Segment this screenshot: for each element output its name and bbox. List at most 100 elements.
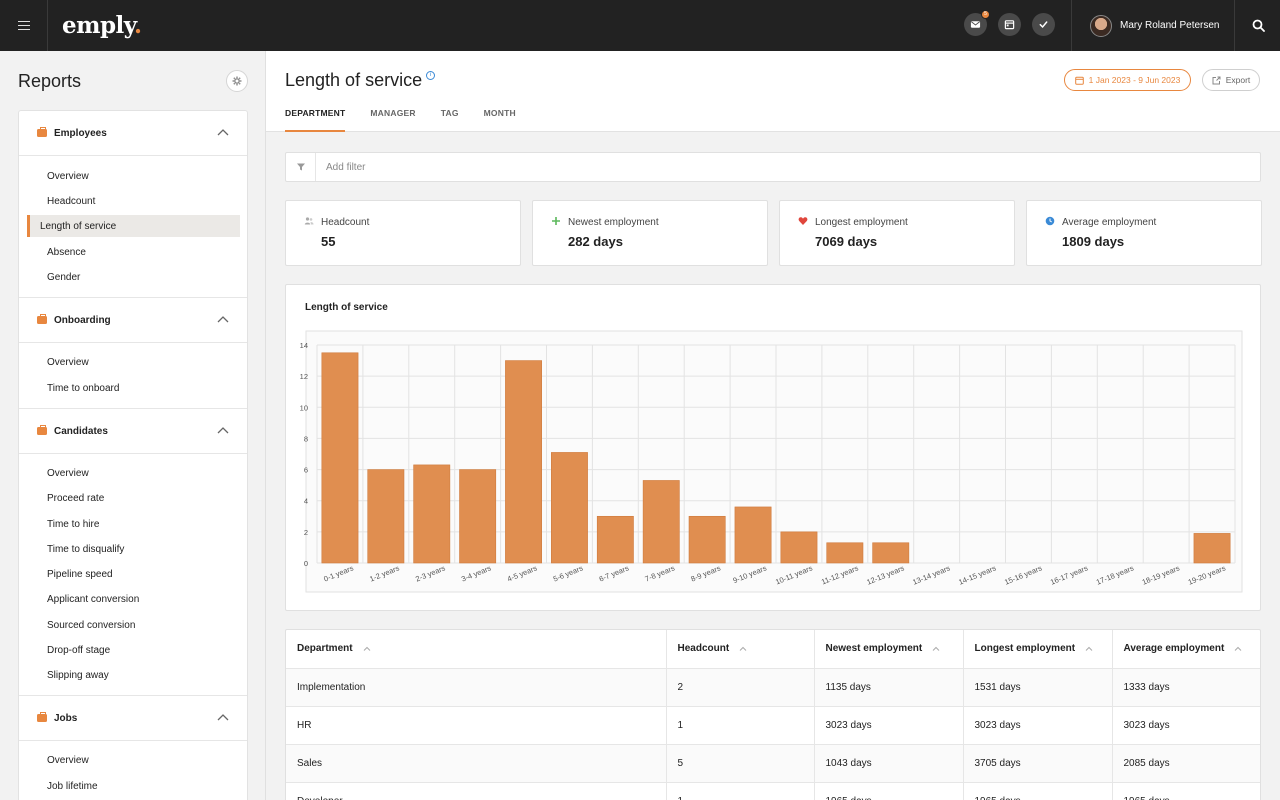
sidebar-item-pipeline-speed[interactable]: Pipeline speed <box>37 563 231 585</box>
calendar-icon <box>1074 76 1084 85</box>
settings-button[interactable] <box>226 70 248 92</box>
export-button[interactable]: Export <box>1202 69 1260 91</box>
hamburger-icon <box>17 24 30 27</box>
tab-month[interactable]: MONTH <box>484 108 516 132</box>
sidebar-item-gender[interactable]: Gender <box>37 266 231 288</box>
table-row[interactable]: HR 1 3023 days 3023 days 3023 days <box>286 706 1260 745</box>
sidebar-item-job-lifetime[interactable]: Job lifetime <box>37 775 231 797</box>
sidebar-item-time-to-disqualify[interactable]: Time to disqualify <box>37 538 231 560</box>
people-icon <box>304 217 314 225</box>
sidebar-item-absence[interactable]: Absence <box>37 241 231 263</box>
stat-label: Average employment <box>1062 217 1157 228</box>
table-row[interactable]: Developer 1 1965 days 1965 days 1965 day… <box>286 782 1260 800</box>
table-row[interactable]: Implementation 2 1135 days 1531 days 133… <box>286 668 1260 707</box>
y-tick-label: 10 <box>300 403 308 412</box>
bar <box>734 506 772 564</box>
top-bar: emply. 5 Mary Roland Petersen <box>0 0 1280 51</box>
table-row[interactable]: Sales 5 1043 days 3705 days 2085 days <box>286 744 1260 783</box>
stat-card-newest-employment: Newest employment 282 days <box>532 200 768 266</box>
report-tabs: DEPARTMENT MANAGER TAG MONTH <box>285 108 516 132</box>
sidebar-item-overview[interactable]: Overview <box>37 462 231 484</box>
main-content: Length of service i 1 Jan 2023 - 9 Jun 2… <box>266 51 1280 800</box>
cell-newest-employment: 1043 days <box>814 744 964 783</box>
sidebar-item-overview[interactable]: Overview <box>37 351 231 373</box>
sidebar-item-length-of-service[interactable]: Length of service <box>27 215 240 237</box>
top-icons: 5 <box>964 10 1055 36</box>
section-employees[interactable]: Employees <box>19 111 247 156</box>
cell-average-employment: 1333 days <box>1112 668 1260 707</box>
bar <box>1193 533 1231 564</box>
tab-tag[interactable]: TAG <box>441 108 459 132</box>
column-header-headcount[interactable]: Headcount <box>666 630 815 669</box>
sidebar-item-slipping-away[interactable]: Slipping away <box>37 664 231 686</box>
filter-input[interactable] <box>326 161 926 173</box>
bar <box>413 464 451 564</box>
filter-button[interactable] <box>286 153 316 181</box>
y-tick-label: 2 <box>304 528 308 537</box>
sidebar-item-headcount[interactable]: Headcount <box>37 190 231 212</box>
briefcase-icon <box>37 314 47 324</box>
chevron-up-icon <box>217 316 229 323</box>
sidebar-item-applicant-conversion[interactable]: Applicant conversion <box>37 588 231 610</box>
bar <box>688 515 726 564</box>
cell-headcount: 5 <box>666 744 815 783</box>
cell-department: Developer <box>286 782 667 800</box>
plus-icon <box>552 217 560 225</box>
briefcase-icon <box>37 425 47 435</box>
menu-button[interactable] <box>0 0 48 51</box>
sidebar-item-overview[interactable]: Overview <box>37 749 231 771</box>
section-candidates[interactable]: Candidates <box>19 409 247 454</box>
cell-average-employment: 2085 days <box>1112 744 1260 783</box>
stat-value: 282 days <box>568 234 623 249</box>
stat-label: Headcount <box>321 217 370 228</box>
page-header: Length of service i 1 Jan 2023 - 9 Jun 2… <box>266 51 1280 132</box>
stat-value: 7069 days <box>815 234 878 249</box>
bar <box>321 352 359 564</box>
cell-headcount: 1 <box>666 706 815 745</box>
stat-card-longest-employment: Longest employment 7069 days <box>779 200 1015 266</box>
sidebar-item-proceed-rate[interactable]: Proceed rate <box>37 487 231 509</box>
export-icon <box>1212 76 1221 84</box>
tab-manager[interactable]: MANAGER <box>370 108 415 132</box>
avatar <box>1090 14 1112 37</box>
briefcase-icon <box>37 127 47 137</box>
cell-longest-employment: 1531 days <box>963 668 1113 707</box>
stat-value: 1809 days <box>1062 234 1125 249</box>
sort-up-icon <box>1234 646 1242 651</box>
bar <box>551 452 588 564</box>
sort-up-icon <box>932 646 940 651</box>
sidebar-item-time-to-hire[interactable]: Time to hire <box>37 513 231 535</box>
messages-button[interactable]: 5 <box>964 10 990 36</box>
sidebar-item-sourced-conversion[interactable]: Sourced conversion <box>37 614 231 636</box>
sidebar-item-overview[interactable]: Overview <box>37 165 231 187</box>
search-button[interactable] <box>1236 0 1280 51</box>
y-tick-label: 4 <box>304 497 308 506</box>
y-tick-label: 12 <box>300 372 308 381</box>
sort-up-icon <box>363 646 370 651</box>
department-table: Department Headcount Newest employment L… <box>285 629 1261 800</box>
stat-card-headcount: Headcount 55 <box>285 200 521 266</box>
bar <box>642 480 680 564</box>
sidebar-item-drop-off-stage[interactable]: Drop-off stage <box>37 639 231 661</box>
user-menu[interactable]: Mary Roland Petersen <box>1071 0 1235 51</box>
section-jobs[interactable]: Jobs <box>19 696 247 741</box>
column-header-average-employment[interactable]: Average employment <box>1112 630 1260 669</box>
calendar-button[interactable] <box>998 13 1021 36</box>
tab-department[interactable]: DEPARTMENT <box>285 108 346 132</box>
sidebar-item-time-to-onboard[interactable]: Time to onboard <box>37 377 231 399</box>
info-icon[interactable]: i <box>426 71 436 80</box>
sidebar: Reports Employees Overview Headcount Len… <box>0 51 266 800</box>
tasks-button[interactable] <box>1032 13 1055 36</box>
date-range-button[interactable]: 1 Jan 2023 - 9 Jun 2023 <box>1064 69 1191 91</box>
column-header-newest-employment[interactable]: Newest employment <box>814 630 964 669</box>
emply-logo[interactable]: emply. <box>62 12 142 39</box>
column-header-longest-employment[interactable]: Longest employment <box>963 630 1113 669</box>
column-header-department[interactable]: Department <box>286 630 667 669</box>
user-name: Mary Roland Petersen <box>1120 20 1220 31</box>
cell-average-employment: 3023 days <box>1112 706 1260 745</box>
filter-bar <box>285 152 1261 182</box>
bar <box>459 469 497 564</box>
section-onboarding[interactable]: Onboarding <box>19 298 247 343</box>
cell-newest-employment: 1965 days <box>814 782 964 800</box>
cell-department: Sales <box>286 744 667 783</box>
